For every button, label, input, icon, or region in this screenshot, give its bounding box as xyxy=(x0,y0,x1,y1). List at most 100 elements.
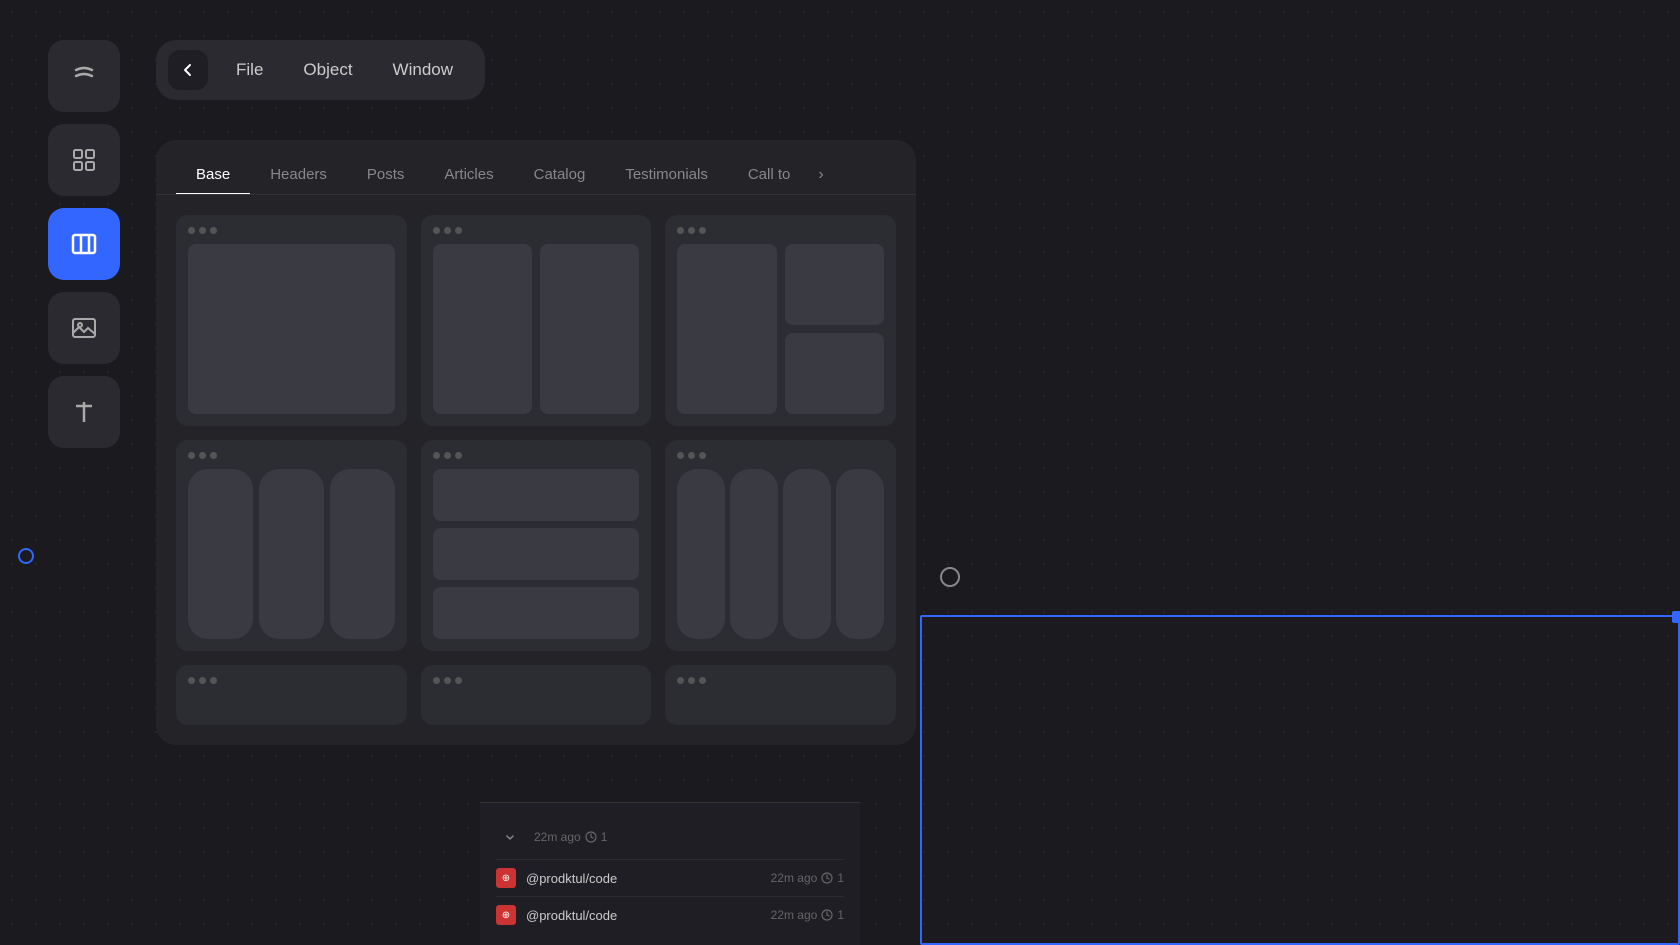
template-card-2[interactable] xyxy=(421,215,652,426)
time-text-repo-2: 22m ago xyxy=(771,908,818,922)
card-dots-6 xyxy=(677,452,884,459)
dot xyxy=(699,677,706,684)
stacked-right xyxy=(785,244,884,414)
card-dots-3 xyxy=(677,227,884,234)
layout-two-col xyxy=(433,244,640,414)
back-button[interactable] xyxy=(168,50,208,90)
dot xyxy=(433,677,440,684)
dot xyxy=(199,227,206,234)
dot xyxy=(455,452,462,459)
dot xyxy=(199,677,206,684)
dot xyxy=(699,452,706,459)
connection-point-left xyxy=(18,548,34,564)
menu-object[interactable]: Object xyxy=(283,52,372,88)
card-dots-2 xyxy=(433,227,640,234)
dot xyxy=(455,677,462,684)
count-1: 1 xyxy=(601,830,608,844)
bottom-panel: 22m ago 1 ⊕ @prodktul/code 22m ago 1 ⊕ @… xyxy=(480,802,860,945)
components-button[interactable] xyxy=(48,124,120,196)
text-button[interactable] xyxy=(48,376,120,448)
template-card-6[interactable] xyxy=(665,440,896,651)
tab-posts[interactable]: Posts xyxy=(347,156,425,195)
tab-overflow[interactable]: › xyxy=(810,156,831,194)
repo-letter-1: ⊕ xyxy=(502,873,510,884)
template-card-4[interactable] xyxy=(176,440,407,651)
template-card-8[interactable] xyxy=(421,665,652,725)
layout-three-col xyxy=(188,469,395,639)
main-panel: Base Headers Posts Articles Catalog Test… xyxy=(156,140,916,745)
time-badge-1: 22m ago 1 xyxy=(534,830,607,844)
left-sidebar xyxy=(48,40,120,448)
block xyxy=(783,469,831,639)
block xyxy=(433,469,640,521)
connection-point-right xyxy=(940,567,960,587)
template-card-9[interactable] xyxy=(665,665,896,725)
top-menu-bar: File Object Window xyxy=(156,40,485,100)
dot xyxy=(433,452,440,459)
block xyxy=(677,244,776,414)
layout-right-stacked xyxy=(677,244,884,414)
dot xyxy=(188,677,195,684)
dot xyxy=(210,227,217,234)
dot xyxy=(444,677,451,684)
block xyxy=(188,469,253,639)
template-card-5[interactable] xyxy=(421,440,652,651)
menu-file[interactable]: File xyxy=(216,52,283,88)
layout-left-stacked-3 xyxy=(433,469,640,639)
block xyxy=(785,244,884,325)
dot xyxy=(677,677,684,684)
layout-four-col xyxy=(677,469,884,639)
card-dots-9 xyxy=(677,677,884,684)
template-card-7[interactable] xyxy=(176,665,407,725)
dot xyxy=(688,227,695,234)
templates-grid xyxy=(156,195,916,745)
media-button[interactable] xyxy=(48,292,120,364)
tab-call-to[interactable]: Call to xyxy=(728,156,811,195)
selection-handle-tr[interactable] xyxy=(1672,611,1680,623)
repo-icon-2: ⊕ xyxy=(496,905,516,925)
block xyxy=(259,469,324,639)
dot xyxy=(455,227,462,234)
stacked-rows xyxy=(433,469,640,639)
template-card-3[interactable] xyxy=(665,215,896,426)
dot xyxy=(688,452,695,459)
dot xyxy=(210,677,217,684)
tab-headers[interactable]: Headers xyxy=(250,156,347,195)
template-card-1[interactable] xyxy=(176,215,407,426)
dot xyxy=(688,677,695,684)
repo-name-2: @prodktul/code xyxy=(526,908,617,923)
time-badge-repo-2: 22m ago 1 xyxy=(771,908,844,922)
menu-window[interactable]: Window xyxy=(373,52,473,88)
tab-articles[interactable]: Articles xyxy=(424,156,513,195)
layout-single xyxy=(188,244,395,414)
tabs-bar: Base Headers Posts Articles Catalog Test… xyxy=(156,140,916,195)
dot xyxy=(699,227,706,234)
tab-base[interactable]: Base xyxy=(176,156,250,195)
expand-button[interactable] xyxy=(496,823,524,851)
sections-button[interactable] xyxy=(48,208,120,280)
count-repo-2: 1 xyxy=(837,908,844,922)
dot xyxy=(188,227,195,234)
dot xyxy=(188,452,195,459)
block xyxy=(330,469,395,639)
block xyxy=(785,333,884,414)
time-text-1: 22m ago xyxy=(534,830,581,844)
dot xyxy=(677,227,684,234)
card-dots-5 xyxy=(433,452,640,459)
block xyxy=(677,469,725,639)
block xyxy=(188,244,395,414)
canvas-selection-box xyxy=(920,615,1680,945)
block xyxy=(433,244,532,414)
logo-button[interactable] xyxy=(48,40,120,112)
tab-catalog[interactable]: Catalog xyxy=(514,156,606,195)
tab-testimonials[interactable]: Testimonials xyxy=(605,156,728,195)
dot xyxy=(433,227,440,234)
card-dots-8 xyxy=(433,677,640,684)
block xyxy=(730,469,778,639)
dot xyxy=(444,452,451,459)
repo-icon-1: ⊕ xyxy=(496,868,516,888)
block xyxy=(433,528,640,580)
block xyxy=(836,469,884,639)
count-repo-1: 1 xyxy=(837,871,844,885)
time-text-repo-1: 22m ago xyxy=(771,871,818,885)
